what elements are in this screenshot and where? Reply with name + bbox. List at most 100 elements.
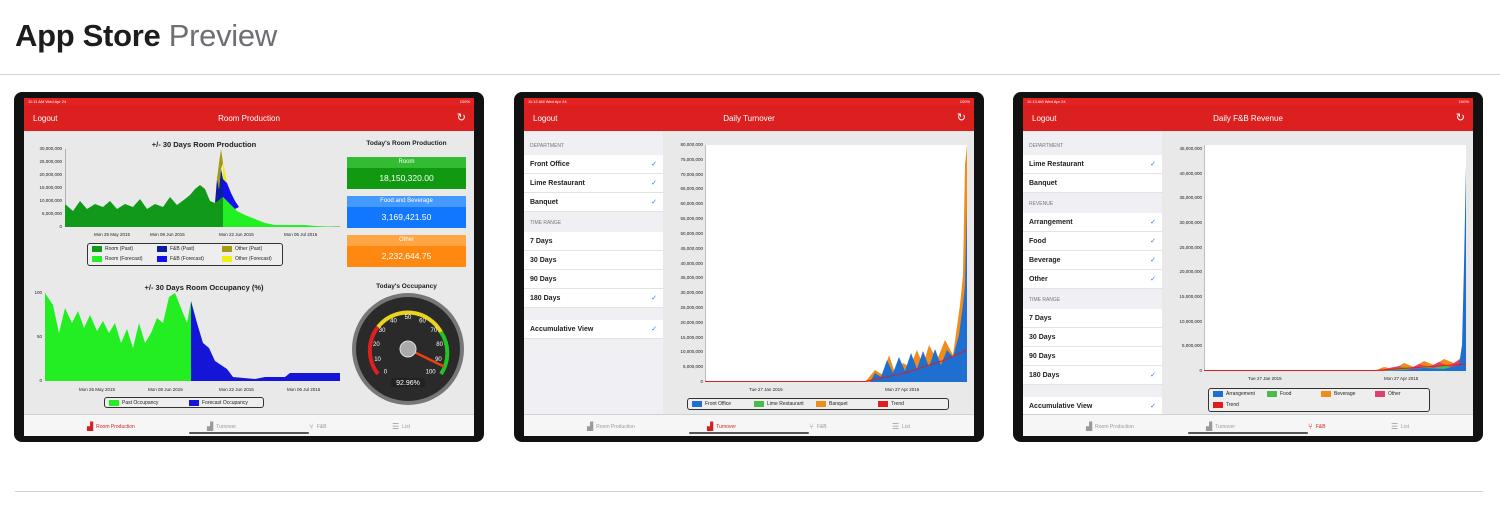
tab-label: Turnover [1215, 423, 1235, 430]
nav-bar: Logout Daily Turnover ↻ [524, 105, 974, 131]
tab-fb[interactable]: ⑂ F&B [809, 422, 827, 431]
y-tick-label: 25,000,000 [680, 304, 703, 310]
tab-list[interactable]: ☰ List [1391, 422, 1409, 431]
gauge-tick-label: 40 [390, 318, 397, 324]
legend-label: Room (Past) [105, 246, 134, 252]
filter-option[interactable]: Food ✓ [1023, 232, 1162, 251]
divider-bottom [15, 491, 1483, 492]
page-title: App Store Preview [15, 18, 277, 54]
legend-item: Lime Restaurant [754, 401, 804, 407]
screenshot-1[interactable]: 11:11 AM Wed Apr 24 100% Logout Room Prod… [14, 92, 484, 442]
y-tick-label: 45,000,000 [680, 245, 703, 251]
filter-option[interactable]: Lime Restaurant ✓ [524, 174, 663, 193]
filter-option[interactable]: 180 Days ✓ [1023, 366, 1162, 385]
chart-icon: ▟ [1206, 422, 1213, 431]
filter-option[interactable]: 7 Days [524, 232, 663, 251]
x-tick-label: Mon 22 Jun 2015 [219, 387, 254, 392]
filter-option[interactable]: Banquet [1023, 174, 1162, 193]
legend-swatch [92, 256, 102, 262]
filter-option[interactable]: Banquet ✓ [524, 193, 663, 212]
filter-option[interactable]: Accumulative View ✓ [524, 320, 663, 339]
legend-swatch [189, 400, 199, 406]
legend-label: Food [1280, 391, 1292, 397]
tab-bar: ▟ Room Production ▟ Turnover ⑂ F&B ☰ List [524, 414, 974, 436]
y-tick-label: 20,000,000 [1179, 269, 1202, 275]
legend-swatch [878, 401, 888, 407]
tab-turnover[interactable]: ▟ Turnover [1206, 422, 1235, 431]
turnover-chart-panel: 80,000,000 75,000,000 70,000,000 65,000,000… [663, 131, 974, 414]
x-tick-label: Mon 25 May 2015 [79, 387, 116, 392]
tab-turnover[interactable]: ▟ Turnover [707, 422, 736, 431]
production-chart [65, 149, 340, 227]
screenshot-2[interactable]: 11:12 AM Wed Apr 24 100% Logout Daily Tur… [514, 92, 984, 442]
tab-list[interactable]: ☰ List [392, 422, 410, 431]
card-value: 18,150,320.00 [347, 168, 466, 189]
legend-swatch [816, 401, 826, 407]
checkmark-icon: ✓ [651, 295, 657, 302]
tab-bar: ▟ Room Production ▟ Turnover ⑂ F&B ☰ List [24, 414, 474, 436]
dashboard-content: +/- 30 Days Room Production 30,000,000 25… [24, 131, 474, 414]
x-tick-label: Mon 22 Jun 2015 [219, 232, 254, 237]
status-time: 11:13 AM Wed Apr 24 [1027, 99, 1066, 104]
filter-option[interactable]: Front Office ✓ [524, 155, 663, 174]
tab-label: List [902, 423, 910, 430]
tab-room-production[interactable]: ▟ Room Production [1086, 422, 1134, 431]
refresh-icon[interactable]: ↻ [457, 111, 466, 124]
filter-option[interactable]: Beverage ✓ [1023, 251, 1162, 270]
y-tick-label: 20,000,000 [680, 319, 703, 325]
filter-option[interactable]: Arrangement ✓ [1023, 213, 1162, 232]
option-label: 30 Days [1029, 334, 1056, 341]
tab-bar: ▟ Room Production ▟ Turnover ⑂ F&B ☰ List [1023, 414, 1473, 436]
y-tick-label: 55,000,000 [680, 216, 703, 222]
legend-label: Trend [1226, 402, 1239, 408]
option-label: 30 Days [530, 257, 557, 264]
tab-label: List [402, 423, 410, 430]
y-tick-label: 0 [1199, 368, 1202, 373]
legend-label: Forecast Occupancy [202, 400, 248, 406]
series-room-forecast [223, 197, 340, 227]
refresh-icon[interactable]: ↻ [957, 111, 966, 124]
list-icon: ☰ [392, 422, 400, 431]
today-occupancy-title: Today's Occupancy [376, 283, 437, 290]
tab-list[interactable]: ☰ List [892, 422, 910, 431]
y-tick-label: 50,000,000 [680, 230, 703, 236]
nav-title: Daily F&B Revenue [1213, 114, 1283, 123]
filter-option[interactable]: 180 Days ✓ [524, 289, 663, 308]
filter-option[interactable]: Lime Restaurant ✓ [1023, 155, 1162, 174]
filter-option[interactable]: 90 Days [524, 270, 663, 289]
legend-label: F&B (Past) [170, 246, 195, 252]
fork-knife-icon: ⑂ [309, 422, 314, 431]
filter-option[interactable]: 30 Days [524, 251, 663, 270]
option-label: 180 Days [1029, 372, 1060, 379]
filter-option[interactable]: 30 Days [1023, 328, 1162, 347]
tab-fb[interactable]: ⑂ F&B [1308, 422, 1326, 431]
legend-label: Beverage [1334, 391, 1356, 397]
legend-swatch [222, 246, 232, 252]
legend-item: Other (Forecast) [222, 256, 272, 262]
legend-item: Other [1375, 391, 1401, 397]
tab-fb[interactable]: ⑂ F&B [309, 422, 327, 431]
y-tick-label: 65,000,000 [680, 186, 703, 192]
section-header: REVENUE [1029, 201, 1054, 207]
filter-option[interactable]: Other ✓ [1023, 270, 1162, 289]
gauge-tick-label: 30 [379, 328, 386, 334]
y-tick-label: 25,000,000 [39, 159, 62, 164]
option-label: 90 Days [530, 276, 557, 283]
filter-option[interactable]: 7 Days [1023, 309, 1162, 328]
section-header: DEPARTMENT [530, 143, 564, 149]
legend-label: Banquet [829, 401, 848, 407]
tab-room-production[interactable]: ▟ Room Production [587, 422, 635, 431]
refresh-icon[interactable]: ↻ [1456, 111, 1465, 124]
tab-label: Room Production [596, 423, 635, 430]
chart-icon: ▟ [1086, 422, 1093, 431]
screenshot-3[interactable]: 11:13 AM Wed Apr 24 100% Logout Daily F&B… [1013, 92, 1483, 442]
home-indicator [189, 432, 309, 434]
chart-icon: ▟ [87, 422, 94, 431]
y-tick-label: 10,000,000 [1179, 318, 1202, 324]
tab-room-production[interactable]: ▟ Room Production [87, 422, 135, 431]
legend-swatch [1321, 391, 1331, 397]
tab-turnover[interactable]: ▟ Turnover [207, 422, 236, 431]
status-bar: 11:13 AM Wed Apr 24 100% [1023, 98, 1473, 105]
filter-option[interactable]: 90 Days [1023, 347, 1162, 366]
checkmark-icon: ✓ [651, 326, 657, 333]
